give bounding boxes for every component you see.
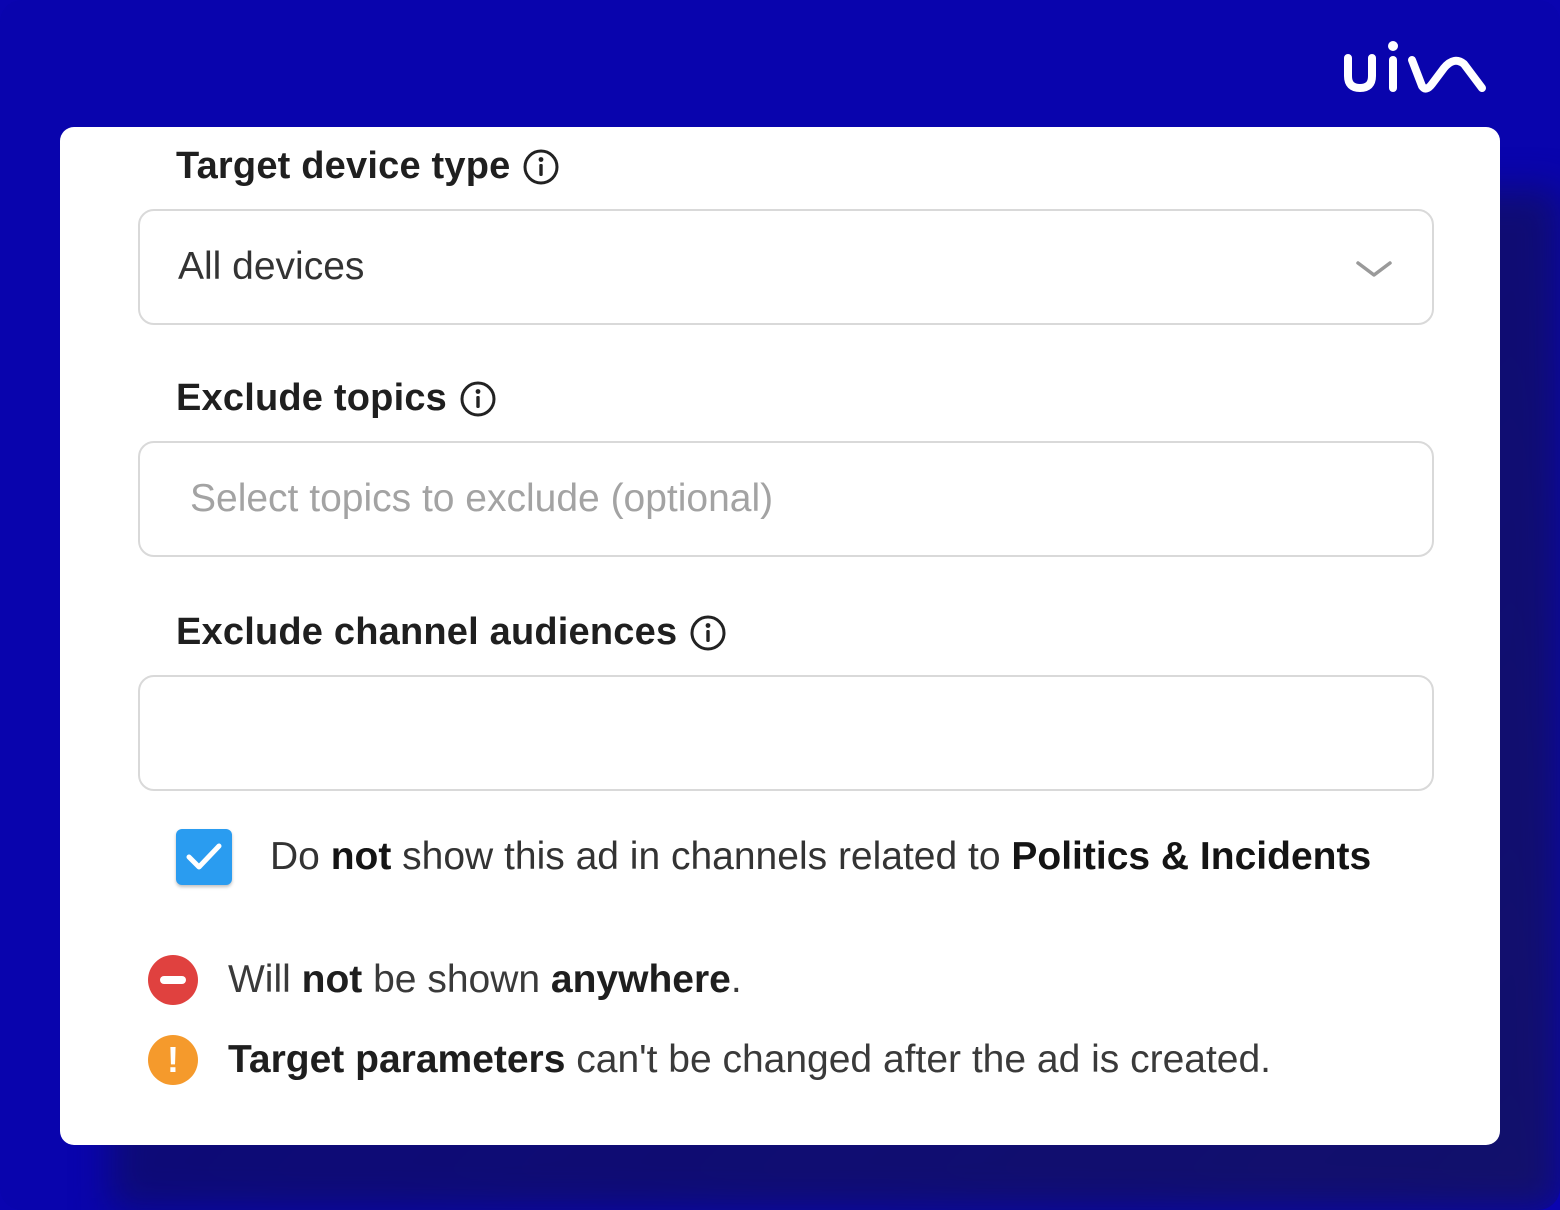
not-shown-notice: Will not be shown anywhere. [148, 955, 742, 1005]
notice2-part2: can't be changed after the ad is created… [565, 1038, 1272, 1081]
exclude-channel-audiences-label: Exclude channel audiences [176, 611, 727, 654]
politics-text-bold2: Politics & Incidents [1011, 835, 1372, 878]
politics-text-part2: show this ad in channels related to [391, 835, 1012, 878]
device-type-value: All devices [178, 245, 365, 288]
politics-exclusion-row: Do not show this ad in channels related … [176, 829, 1371, 885]
exclude-topics-placeholder: Select topics to exclude (optional) [190, 477, 774, 520]
notice1-part2: be shown [362, 958, 551, 1001]
warning-glyph: ! [167, 1039, 179, 1080]
exclude-channel-audiences-input[interactable] [138, 675, 1434, 791]
exclude-topics-input[interactable]: Select topics to exclude (optional) [138, 441, 1434, 557]
no-entry-icon [148, 955, 198, 1005]
exclude-channel-audiences-label-text: Exclude channel audiences [176, 611, 678, 653]
device-type-label: Target device type [176, 145, 560, 188]
info-circle-icon[interactable] [689, 614, 727, 652]
target-params-warning-text: Target parameters can't be changed after… [228, 1038, 1271, 1082]
politics-text-part1: Do [270, 835, 331, 878]
notice1-part1: Will [228, 958, 302, 1001]
uix-logo-icon [1344, 41, 1486, 93]
brand-logo [1340, 36, 1490, 96]
politics-exclusion-checkbox[interactable] [176, 829, 232, 885]
politics-exclusion-label[interactable]: Do not show this ad in channels related … [270, 835, 1371, 879]
target-params-warning: ! Target parameters can't be changed aft… [148, 1035, 1271, 1085]
chevron-down-icon[interactable] [1354, 257, 1394, 281]
notice2-bold1: Target parameters [228, 1038, 566, 1081]
politics-text-bold1: not [330, 835, 392, 878]
info-circle-icon[interactable] [459, 380, 497, 418]
not-shown-notice-text: Will not be shown anywhere. [228, 958, 742, 1002]
device-type-label-text: Target device type [176, 145, 511, 187]
device-type-select[interactable]: All devices [138, 209, 1434, 325]
notice1-bold1: not [301, 958, 363, 1001]
exclude-topics-label: Exclude topics [176, 377, 497, 420]
background-frame: Target device type All devices Exclude t… [0, 0, 1560, 1210]
warning-icon: ! [148, 1035, 198, 1085]
exclude-topics-label-text: Exclude topics [176, 377, 447, 419]
notice1-part3: . [730, 958, 742, 1001]
info-circle-icon[interactable] [522, 148, 560, 186]
targeting-settings-card: Target device type All devices Exclude t… [60, 127, 1500, 1145]
notice1-bold2: anywhere [550, 958, 731, 1001]
checkmark-icon [186, 843, 222, 870]
